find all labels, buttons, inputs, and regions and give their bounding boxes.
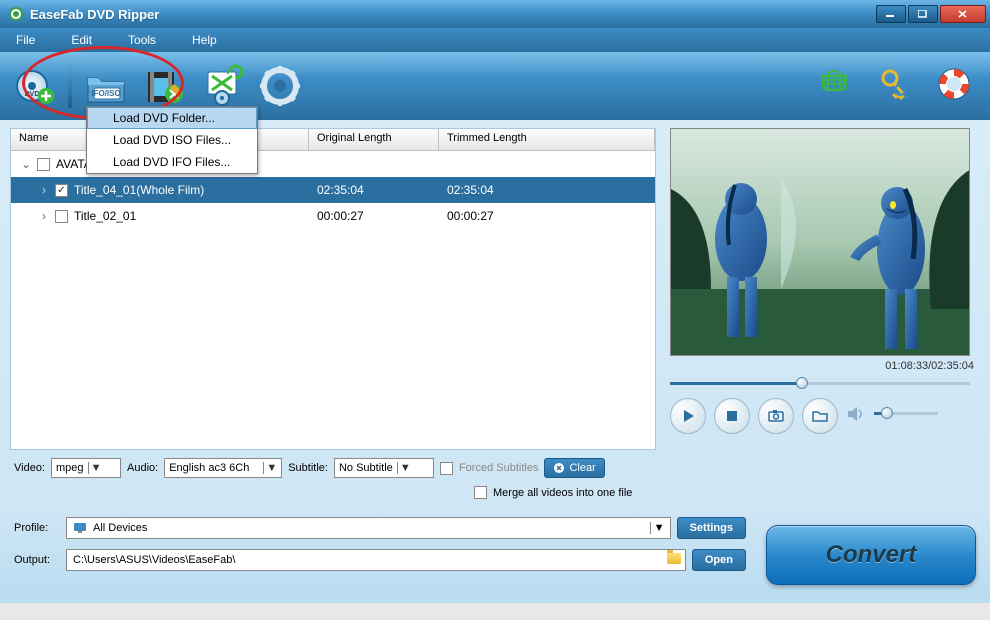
row-trim: 00:00:27 [439, 209, 502, 223]
menu-help[interactable]: Help [192, 33, 217, 47]
video-combo[interactable]: mpeg▼ [51, 458, 121, 478]
load-dvd-disc-button[interactable]: DVD [10, 62, 58, 110]
dropdown-item-load-folder[interactable]: Load DVD Folder... [87, 107, 257, 129]
shopping-cart-icon[interactable] [816, 66, 852, 107]
ifo-iso-dropdown: Load DVD Folder... Load DVD ISO Files...… [86, 106, 258, 174]
chevron-right-icon[interactable]: › [39, 183, 49, 197]
ifo-iso-label: IFO/ISO [91, 89, 120, 98]
snapshot-button[interactable] [758, 398, 794, 434]
row-checkbox[interactable] [55, 210, 68, 223]
row-name: Title_02_01 [74, 209, 136, 223]
preview-panel: 01:08:33/02:35:04 [670, 128, 980, 450]
edit-video-button[interactable] [140, 62, 188, 110]
volume-slider[interactable] [874, 406, 938, 422]
col-original-length[interactable]: Original Length [309, 129, 439, 150]
output-label: Output: [14, 554, 60, 566]
table-row[interactable]: › Title_02_01 00:00:27 00:00:27 [11, 203, 655, 229]
register-key-icon[interactable] [876, 66, 912, 107]
forced-subtitles-label: Forced Subtitles [459, 462, 538, 474]
dropdown-item-load-iso[interactable]: Load DVD ISO Files... [87, 129, 257, 151]
menu-edit[interactable]: Edit [71, 33, 92, 47]
progress-slider[interactable] [670, 376, 970, 392]
dropdown-item-load-ifo[interactable]: Load DVD IFO Files... [87, 151, 257, 173]
menu-tools[interactable]: Tools [128, 33, 156, 47]
preview-frame [670, 128, 970, 356]
menu-file[interactable]: File [16, 33, 35, 47]
title-list: Name Original Length Trimmed Length ⌄ AV… [10, 128, 656, 450]
audio-label: Audio: [127, 462, 158, 474]
titlebar: EaseFab DVD Ripper [0, 0, 990, 28]
preview-timecode: 01:08:33/02:35:04 [670, 356, 980, 374]
maximize-button[interactable] [908, 5, 938, 23]
open-folder-button[interactable] [802, 398, 838, 434]
stop-button[interactable] [714, 398, 750, 434]
output-path-input[interactable]: C:\Users\ASUS\Videos\EaseFab\ [66, 549, 686, 571]
refresh-button[interactable] [198, 62, 246, 110]
svg-text:DVD: DVD [25, 91, 40, 98]
close-button[interactable] [940, 5, 986, 23]
minimize-button[interactable] [876, 5, 906, 23]
row-trim: 02:35:04 [439, 183, 502, 197]
toolbar: DVD IFO/ISO Load DVD Folder... Load DVD … [0, 52, 990, 120]
settings-small-button[interactable]: Settings [677, 517, 746, 539]
subtitle-label: Subtitle: [288, 462, 328, 474]
row-checkbox[interactable] [55, 184, 68, 197]
row-orig: 00:00:27 [309, 209, 439, 223]
toolbar-divider[interactable] [68, 64, 72, 108]
app-icon [8, 6, 24, 22]
help-lifebuoy-icon[interactable] [936, 66, 972, 107]
clear-button[interactable]: Clear [544, 458, 604, 478]
root-checkbox[interactable] [37, 158, 50, 171]
table-row[interactable]: › Title_04_01(Whole Film) 02:35:04 02:35… [11, 177, 655, 203]
bottom-panel: Profile: All Devices ▼ Settings Output: … [0, 509, 990, 603]
subtitle-combo[interactable]: No Subtitle▼ [334, 458, 434, 478]
col-trimmed-length[interactable]: Trimmed Length [439, 129, 655, 150]
forced-subtitles-checkbox[interactable] [440, 462, 453, 475]
open-output-button[interactable]: Open [692, 549, 746, 571]
audio-combo[interactable]: English ac3 6Ch▼ [164, 458, 282, 478]
merge-label: Merge all videos into one file [493, 487, 632, 499]
convert-button[interactable]: Convert [766, 525, 976, 585]
settings-button[interactable] [256, 62, 304, 110]
row-name: Title_04_01(Whole Film) [74, 183, 204, 197]
profile-label: Profile: [14, 522, 60, 534]
app-title: EaseFab DVD Ripper [30, 7, 876, 22]
browse-folder-icon[interactable] [667, 553, 681, 564]
play-button[interactable] [670, 398, 706, 434]
options-row: Video: mpeg▼ Audio: English ac3 6Ch▼ Sub… [0, 456, 990, 484]
chevron-right-icon[interactable]: › [39, 209, 49, 223]
row-orig: 02:35:04 [309, 183, 439, 197]
volume-icon[interactable] [846, 404, 866, 429]
merge-checkbox[interactable] [474, 486, 487, 499]
profile-combo[interactable]: All Devices ▼ [66, 517, 671, 539]
chevron-down-icon[interactable]: ⌄ [21, 157, 31, 171]
video-label: Video: [14, 462, 45, 474]
load-ifo-iso-button[interactable]: IFO/ISO [82, 62, 130, 110]
merge-row: Merge all videos into one file [0, 484, 990, 509]
menubar: File Edit Tools Help [0, 28, 990, 52]
